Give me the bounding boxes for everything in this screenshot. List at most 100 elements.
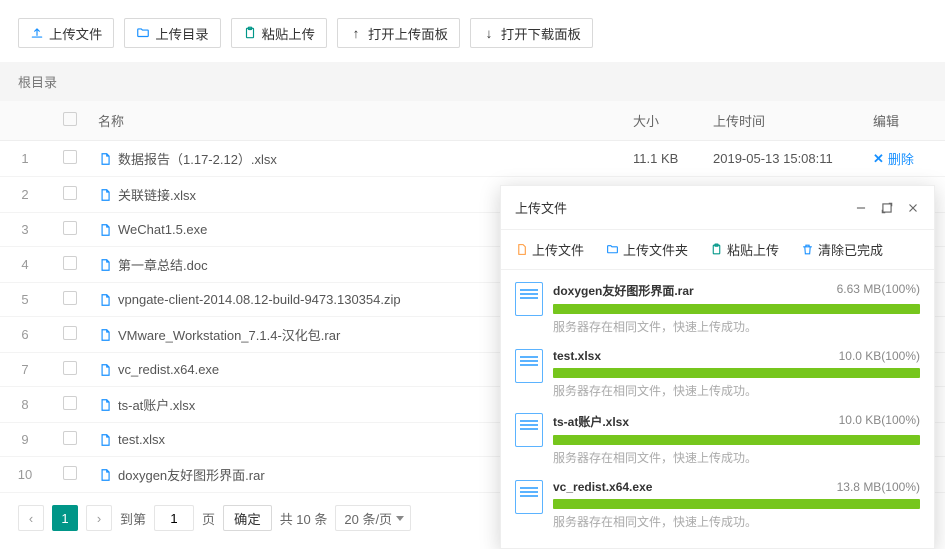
tab-paste-upload-label: 粘贴上传 <box>727 240 779 259</box>
row-checkbox[interactable] <box>63 361 77 375</box>
row-filename: 数据报告（1.17-2.12）.xlsx <box>118 149 277 168</box>
upload-progress-bar <box>553 304 920 314</box>
row-filename: vpngate-client-2014.08.12-build-9473.130… <box>118 292 401 307</box>
file-icon <box>98 258 112 272</box>
col-index <box>0 101 50 141</box>
open-upload-panel-button[interactable]: ↑ 打开上传面板 <box>337 18 460 48</box>
breadcrumb[interactable]: 根目录 <box>0 62 945 101</box>
upload-dir-label: 上传目录 <box>155 24 208 43</box>
document-icon <box>515 282 543 316</box>
row-filename: 第一章总结.doc <box>118 255 208 274</box>
col-name: 名称 <box>90 101 625 141</box>
row-index: 9 <box>0 423 50 457</box>
upload-dir-button[interactable]: 上传目录 <box>124 18 220 48</box>
tab-upload-file[interactable]: 上传文件 <box>515 240 584 259</box>
pager-confirm-button[interactable]: 确定 <box>223 505 272 531</box>
file-icon <box>98 398 112 412</box>
pager-goto-prefix: 到第 <box>120 509 146 528</box>
upload-item-status: 服务器存在相同文件，快速上传成功。 <box>553 449 920 466</box>
upload-item-name: vc_redist.x64.exe <box>553 480 652 494</box>
toolbar: 上传文件 上传目录 粘贴上传 ↑ 打开上传面板 ↓ 打开下载面板 <box>0 0 945 62</box>
upload-item-status: 服务器存在相同文件，快速上传成功。 <box>553 318 920 335</box>
upload-item-size: 6.63 MB(100%) <box>837 282 920 299</box>
paste-upload-label: 粘贴上传 <box>262 24 315 43</box>
upload-item-name: test.xlsx <box>553 349 601 363</box>
pager-goto-input[interactable] <box>154 505 194 531</box>
row-checkbox[interactable] <box>63 221 77 235</box>
pager-prev[interactable]: ‹ <box>18 505 44 531</box>
row-name-cell: 数据报告（1.17-2.12）.xlsx <box>90 141 625 177</box>
col-size: 大小 <box>625 101 705 141</box>
row-checkbox-cell <box>50 141 90 177</box>
col-time: 上传时间 <box>705 101 865 141</box>
pager-total: 共 10 条 <box>280 509 328 528</box>
row-checkbox[interactable] <box>63 256 77 270</box>
upload-panel-actions <box>854 201 920 215</box>
checkbox-all[interactable] <box>63 112 77 126</box>
open-download-panel-button[interactable]: ↓ 打开下载面板 <box>470 18 593 48</box>
upload-item-size: 10.0 KB(100%) <box>839 413 920 430</box>
col-checkbox-header <box>50 101 90 141</box>
row-filename: doxygen友好图形界面.rar <box>118 465 265 484</box>
file-icon <box>515 243 528 256</box>
minimize-icon[interactable] <box>854 201 868 215</box>
table-row[interactable]: 1数据报告（1.17-2.12）.xlsx11.1 KB2019-05-13 1… <box>0 141 945 177</box>
upload-item-size: 13.8 MB(100%) <box>837 480 920 494</box>
maximize-icon[interactable] <box>880 201 894 215</box>
upload-icon <box>30 26 44 40</box>
row-checkbox[interactable] <box>63 396 77 410</box>
tab-upload-folder-label: 上传文件夹 <box>623 240 688 259</box>
upload-progress-bar <box>553 368 920 378</box>
row-checkbox[interactable] <box>63 150 77 164</box>
row-index: 10 <box>0 457 50 493</box>
upload-progress-bar <box>553 499 920 509</box>
pager-per-page-select[interactable]: 20 条/页 <box>335 505 411 531</box>
paste-upload-button[interactable]: 粘贴上传 <box>231 18 327 48</box>
upload-item-name: doxygen友好图形界面.rar <box>553 282 694 299</box>
upload-item-status: 服务器存在相同文件，快速上传成功。 <box>553 382 920 399</box>
row-checkbox-cell <box>50 423 90 457</box>
row-checkbox[interactable] <box>63 186 77 200</box>
row-checkbox[interactable] <box>63 466 77 480</box>
upload-file-button[interactable]: 上传文件 <box>18 18 114 48</box>
x-icon: ✕ <box>873 151 884 167</box>
upload-panel-tabs: 上传文件 上传文件夹 粘贴上传 清除已完成 <box>501 230 934 270</box>
upload-progress-bar <box>553 435 920 445</box>
row-time: 2019-05-13 15:08:11 <box>705 141 865 177</box>
upload-list[interactable]: doxygen友好图形界面.rar 6.63 MB(100%) 服务器存在相同文件，… <box>501 270 934 548</box>
row-checkbox-cell <box>50 387 90 423</box>
delete-link[interactable]: ✕删除 <box>873 149 914 168</box>
upload-item-size: 10.0 KB(100%) <box>839 349 920 363</box>
upload-panel-header: 上传文件 <box>501 186 934 230</box>
pager-current[interactable]: 1 <box>52 505 78 531</box>
row-checkbox-cell <box>50 353 90 387</box>
file-icon <box>98 293 112 307</box>
row-edit: ✕删除 <box>865 141 945 177</box>
document-icon <box>515 480 543 514</box>
tab-clear-completed[interactable]: 清除已完成 <box>801 240 883 259</box>
row-index: 7 <box>0 353 50 387</box>
row-checkbox[interactable] <box>63 431 77 445</box>
document-icon <box>515 349 543 383</box>
tab-paste-upload[interactable]: 粘贴上传 <box>710 240 779 259</box>
row-checkbox-cell <box>50 213 90 247</box>
row-index: 2 <box>0 177 50 213</box>
pager-goto-suffix: 页 <box>202 509 215 528</box>
pager-confirm-label: 确定 <box>234 509 261 528</box>
folder-outline-icon <box>606 243 619 256</box>
row-index: 4 <box>0 247 50 283</box>
pager-next[interactable]: › <box>86 505 112 531</box>
document-icon <box>515 413 543 447</box>
tab-upload-folder[interactable]: 上传文件夹 <box>606 240 688 259</box>
delete-label: 删除 <box>888 149 914 168</box>
row-checkbox[interactable] <box>63 326 77 340</box>
row-checkbox[interactable] <box>63 291 77 305</box>
arrow-up-icon: ↑ <box>349 26 363 40</box>
arrow-down-icon: ↓ <box>482 26 496 40</box>
folder-icon <box>136 26 150 40</box>
row-filename: ts-at账户.xlsx <box>118 395 195 414</box>
row-index: 5 <box>0 283 50 317</box>
file-icon <box>98 223 112 237</box>
file-icon <box>98 363 112 377</box>
close-icon[interactable] <box>906 201 920 215</box>
